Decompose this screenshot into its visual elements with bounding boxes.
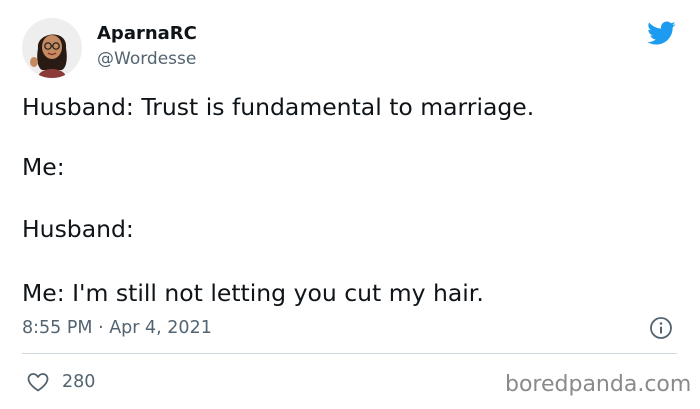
user-handle[interactable]: @Wordesse <box>97 48 196 70</box>
heart-icon[interactable] <box>25 370 51 394</box>
avatar-image <box>22 18 82 78</box>
tweet-line: Me: <box>22 153 65 181</box>
divider <box>22 353 677 354</box>
like-count[interactable]: 280 <box>62 370 95 394</box>
tweet-line: Me: I'm still not letting you cut my hai… <box>22 279 484 307</box>
tweet-card: AparnaRC @Wordesse Husband: Trust is fun… <box>0 0 700 409</box>
watermark: boredpanda.com <box>505 372 692 397</box>
avatar[interactable] <box>22 18 82 78</box>
tweet-line: Husband: Trust is fundamental to marriag… <box>22 93 535 121</box>
twitter-bird-icon[interactable] <box>645 18 677 48</box>
info-icon[interactable] <box>649 316 673 340</box>
tweet-timestamp[interactable]: 8:55 PM · Apr 4, 2021 <box>22 316 212 340</box>
display-name[interactable]: AparnaRC <box>97 23 197 45</box>
tweet-line: Husband: <box>22 215 134 243</box>
